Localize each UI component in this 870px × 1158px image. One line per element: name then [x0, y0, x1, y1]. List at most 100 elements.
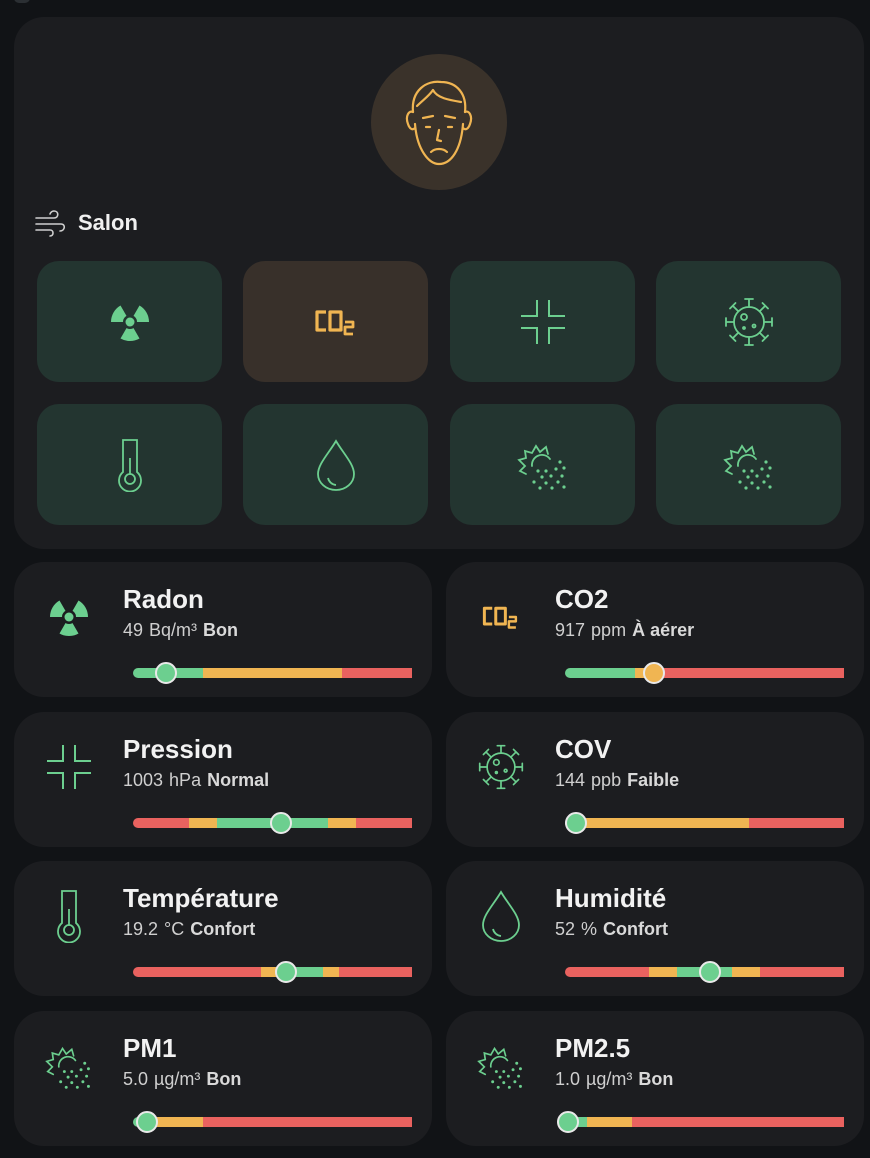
sensor-reading: 19.2 °C Confort: [123, 919, 255, 940]
sensor-unit: µg/m³: [586, 1069, 633, 1089]
sensor-unit: hPa: [169, 770, 202, 790]
sensor-unit: ppb: [591, 770, 622, 790]
sensor-unit: ppm: [591, 620, 627, 640]
sensor-card-pm1[interactable]: PM1 5.0 µg/m³ Bon: [14, 1011, 432, 1146]
sensor-state: Bon: [206, 1069, 242, 1089]
sensor-state: À aérer: [632, 620, 695, 640]
sensor-value: 1003: [123, 770, 164, 790]
sensor-icon: [44, 1041, 94, 1091]
pressure-icon: [520, 299, 565, 344]
virus-icon: [724, 297, 773, 346]
level-bar: [565, 662, 844, 684]
sensor-reading: 52% Confort: [555, 919, 668, 940]
sensor-value: 1.0: [555, 1069, 581, 1089]
sensor-state: Normal: [207, 770, 270, 790]
sensor-state: Confort: [190, 919, 256, 939]
sensor-title: Radon: [123, 584, 204, 614]
sensor-card-pression[interactable]: Pression 1003 hPa Normal: [14, 712, 432, 847]
water-drop-icon: [316, 438, 355, 491]
level-knob: [643, 662, 666, 684]
sensor-reading: 1.0 µg/m³ Bon: [555, 1069, 673, 1090]
sensor-value: 52: [555, 919, 576, 939]
sensor-icon: [44, 890, 94, 943]
sensor-unit: %: [581, 919, 598, 939]
air-quality-face: [371, 54, 507, 190]
dust-icon: [722, 443, 772, 490]
sensor-value: 144: [555, 770, 586, 790]
tile-cov[interactable]: [656, 261, 841, 382]
sensor-title: Pression: [123, 734, 233, 764]
room-summary-card[interactable]: Salon: [14, 17, 864, 549]
tile-temperature[interactable]: [37, 404, 222, 525]
level-knob: [275, 961, 298, 983]
sensor-value: 5.0: [123, 1069, 149, 1089]
top-edge-decoration: [14, 0, 30, 3]
sensor-value: 19.2: [123, 919, 159, 939]
sensor-card-humidite[interactable]: Humidité 52% Confort: [446, 861, 864, 996]
sensor-icon: [476, 592, 526, 642]
thermometer-icon: [117, 438, 142, 492]
sensor-title: COV: [555, 734, 612, 764]
sensor-reading: 917 ppm À aérer: [555, 620, 694, 641]
tile-pression[interactable]: [450, 261, 635, 382]
sensor-unit: µg/m³: [154, 1069, 201, 1089]
sensor-title: PM1: [123, 1033, 177, 1063]
room-title: Salon: [34, 207, 138, 239]
sensor-state: Faible: [627, 770, 680, 790]
level-bar: [133, 1111, 412, 1133]
sensor-icon: [476, 742, 526, 792]
sensor-card-radon[interactable]: Radon 49 Bq/m³ Bon: [14, 562, 432, 697]
level-bar: [133, 812, 412, 834]
radiation-icon: [110, 305, 149, 341]
sensor-state: Bon: [203, 620, 239, 640]
sensor-reading: 1003 hPa Normal: [123, 770, 269, 791]
sensor-card-pm25[interactable]: PM2.5 1.0 µg/m³ Bon: [446, 1011, 864, 1146]
wind-icon: [35, 210, 66, 237]
sensor-card-temperature[interactable]: Température 19.2 °C Confort: [14, 861, 432, 996]
level-knob: [699, 961, 722, 983]
sensor-title: Humidité: [555, 883, 667, 913]
level-bar: [133, 961, 412, 983]
sensor-value: 917: [555, 620, 586, 640]
level-bar: [565, 812, 844, 834]
tile-co2[interactable]: [243, 261, 428, 382]
sensor-icon: [44, 742, 94, 792]
sensor-reading: 5.0 µg/m³ Bon: [123, 1069, 241, 1090]
room-name: Salon: [78, 210, 138, 235]
sensor-title: PM2.5: [555, 1033, 631, 1063]
thermometer-icon: [57, 890, 81, 943]
radiation-icon: [49, 600, 89, 637]
level-bar: [133, 662, 412, 684]
sensor-card-co2[interactable]: CO2 917 ppm À aérer: [446, 562, 864, 697]
level-bar: [565, 961, 844, 983]
sensor-title: Température: [123, 883, 279, 913]
co2-icon: [482, 606, 518, 629]
sensor-icon: [476, 890, 526, 942]
level-knob: [565, 812, 588, 834]
sensor-unit: °C: [164, 919, 185, 939]
sensor-title: CO2: [555, 584, 609, 614]
sensor-unit: Bq/m³: [149, 620, 198, 640]
sensor-state: Bon: [638, 1069, 674, 1089]
virus-icon: [478, 744, 524, 790]
tile-pm1[interactable]: [450, 404, 635, 525]
dust-icon: [477, 1046, 522, 1089]
sensor-icon: [476, 1041, 526, 1091]
sensor-icon: [44, 592, 94, 642]
level-bar: [556, 1111, 844, 1133]
dust-icon: [516, 443, 566, 490]
sensor-reading: 49 Bq/m³ Bon: [123, 620, 238, 641]
sensor-value: 49: [123, 620, 144, 640]
sad-face-icon: [405, 80, 473, 166]
level-knob: [135, 1111, 158, 1133]
sensor-card-cov[interactable]: COV 144 ppb Faible: [446, 712, 864, 847]
tile-radon[interactable]: [37, 261, 222, 382]
tile-pm25[interactable]: [656, 404, 841, 525]
pressure-icon: [47, 745, 91, 789]
level-knob: [556, 1111, 579, 1133]
co2-icon: [314, 309, 354, 335]
tile-humidite[interactable]: [243, 404, 428, 525]
level-knob: [269, 812, 292, 834]
dust-icon: [45, 1046, 90, 1089]
water-drop-icon: [482, 890, 520, 942]
